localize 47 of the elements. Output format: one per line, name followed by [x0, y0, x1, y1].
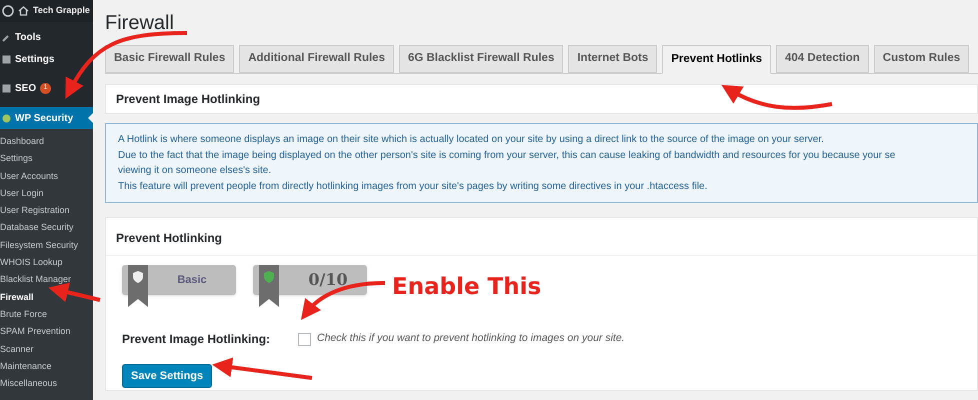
wordpress-logo-icon[interactable]	[2, 5, 14, 17]
tab[interactable]: Additional Firewall Rules	[239, 45, 394, 73]
submenu-item[interactable]: Blacklist Manager	[0, 271, 72, 289]
menu-icon[interactable]	[2, 54, 11, 64]
submenu-item[interactable]: User Login	[0, 184, 44, 202]
tab[interactable]: Custom Rules	[874, 45, 970, 73]
info-text: This feature will prevent people from directly hotlinking images from your site's pages by writing some directives in your .htaccess file.	[118, 180, 708, 194]
checkbox[interactable]	[298, 332, 311, 346]
annotation-text: Enable This	[392, 273, 542, 302]
menu-icon[interactable]	[2, 84, 11, 92]
menu-item[interactable]: Settings	[15, 52, 54, 66]
tab[interactable]: 404 Detection	[776, 45, 869, 73]
info-text: viewing it on someone elses's site.	[118, 164, 272, 178]
submenu-item[interactable]: Database Security	[0, 219, 74, 237]
menu-item[interactable]: SEO	[15, 80, 36, 96]
field-description: Check this if you want to prevent hotlinking to images on your site.	[317, 331, 625, 346]
submenu-item[interactable]: Settings	[0, 150, 33, 168]
ribbon-shield-icon	[128, 265, 148, 307]
submenu-item[interactable]: Firewall	[0, 288, 34, 306]
annotation-arrow	[48, 282, 100, 302]
info-text: A Hotlink is where someone displays an image on their site which is actually located on your site by using a direct link to the source of the image on your server.	[118, 133, 824, 147]
page-title: Firewall	[105, 12, 174, 34]
menu-item-current[interactable]: WP Security	[0, 107, 93, 129]
tab[interactable]: Basic Firewall Rules	[105, 45, 234, 73]
submenu-item[interactable]: User Registration	[0, 202, 70, 220]
submenu-item[interactable]: Maintenance	[0, 358, 52, 376]
submenu-item[interactable]: Scanner	[0, 340, 34, 358]
ribbon-shield-icon	[259, 265, 279, 307]
submenu-item[interactable]: Brute Force	[0, 306, 48, 324]
submenu-item[interactable]: Dashboard	[0, 133, 44, 150]
submenu-item[interactable]: SPAM Prevention	[0, 323, 70, 341]
menu-item[interactable]: Tools	[15, 30, 41, 44]
section-title: Prevent Image Hotlinking	[115, 91, 262, 108]
tab[interactable]: 6G Blacklist Firewall Rules	[398, 45, 564, 73]
submenu-item[interactable]: User Accounts	[0, 168, 58, 185]
menu-label: WP Security	[15, 112, 74, 126]
home-icon[interactable]	[18, 6, 29, 16]
tab[interactable]: Prevent Hotlinks	[662, 45, 772, 74]
submenu-item[interactable]: WHOIS Lookup	[0, 254, 63, 272]
field-label: Prevent Image Hotlinking:	[122, 331, 272, 348]
tab[interactable]: Internet Bots	[568, 45, 658, 73]
save-settings-button[interactable]: Save Settings	[122, 364, 212, 388]
submenu-item[interactable]: Filesystem Security	[0, 236, 78, 254]
panel-title: Prevent Hotlinking	[115, 230, 224, 247]
wrench-icon[interactable]	[2, 32, 11, 42]
info-text: Due to the fact that the image being displayed on the other person's site is coming from your server, this can cause leaking of bandwidth and resources for you because your se	[118, 148, 896, 162]
submenu-item[interactable]: Miscellaneous	[0, 375, 58, 392]
